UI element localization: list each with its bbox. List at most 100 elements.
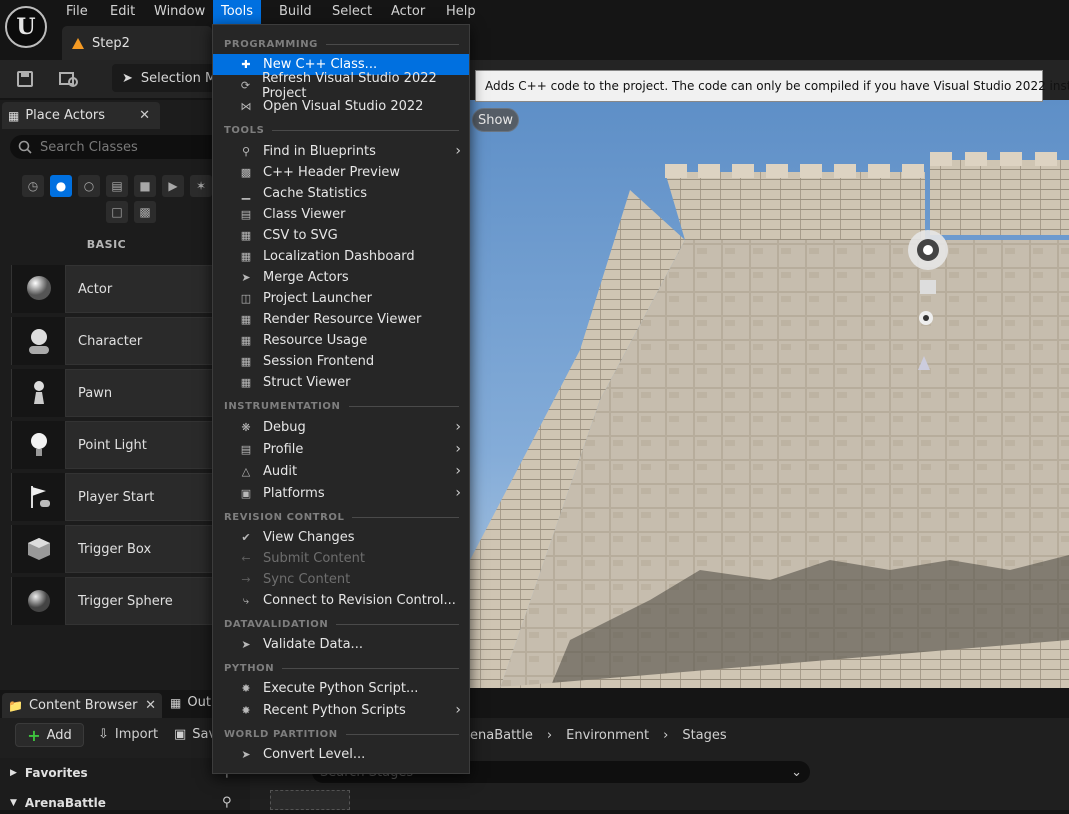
menu-item-project-launcher[interactable]: ◫ Project Launcher xyxy=(213,288,469,309)
menu-build[interactable]: Build xyxy=(271,0,320,24)
menu-tools[interactable]: Tools xyxy=(213,0,262,24)
breadcrumb: enaBattle › Environment › Stages xyxy=(470,724,727,746)
breadcrumb-item[interactable]: Stages xyxy=(682,728,726,743)
content-browser-tab[interactable]: 📁 Content Browser ✕ xyxy=(2,693,162,718)
save-icon[interactable] xyxy=(12,66,38,92)
tree-arenabattle[interactable]: ▼ ArenaBattle xyxy=(10,792,106,814)
check-icon: ✔ xyxy=(241,531,251,544)
level-tab-label: Step2 xyxy=(92,35,130,51)
basic-icon[interactable]: ● xyxy=(50,175,72,197)
category-title: BASIC xyxy=(86,238,127,251)
menu-item-merge-actors[interactable]: ➤ Merge Actors xyxy=(213,267,469,288)
breadcrumb-item[interactable]: Environment xyxy=(566,728,649,743)
sphere-icon xyxy=(12,265,66,313)
menu-item-resource-usage[interactable]: ▦ Resource Usage xyxy=(213,330,469,351)
actor-row-character[interactable]: Character xyxy=(11,317,213,365)
chevron-down-icon[interactable]: ⌄ xyxy=(791,765,802,780)
menu-item-platforms[interactable]: ▣ Platforms › xyxy=(213,483,469,504)
chevron-right-icon: › xyxy=(455,143,461,159)
add-button[interactable]: + Add xyxy=(15,723,84,747)
menu-item-render-resource-viewer[interactable]: ▦ Render Resource Viewer xyxy=(213,309,469,330)
all-classes-icon[interactable]: □ xyxy=(106,201,128,223)
menu-item-open-visual-studio[interactable]: ⋈ Open Visual Studio 2022 xyxy=(213,96,469,117)
section-world-partition: WORLD PARTITION xyxy=(224,727,459,741)
unreal-logo-icon[interactable]: U xyxy=(5,6,47,48)
geometry-icon[interactable]: ▶ xyxy=(162,175,184,197)
recent-icon[interactable]: ◷ xyxy=(22,175,44,197)
box-icon xyxy=(12,525,66,573)
class-viewer-icon: ▤ xyxy=(240,208,252,221)
menu-item-class-viewer[interactable]: ▤ Class Viewer xyxy=(213,204,469,225)
lights-icon[interactable]: ○ xyxy=(78,175,100,197)
menu-item-csv-to-svg[interactable]: ▦ CSV to SVG xyxy=(213,225,469,246)
menu-edit[interactable]: Edit xyxy=(102,0,143,24)
menu-item-execute-python-script[interactable]: ✸ Execute Python Script... xyxy=(213,678,469,699)
menu-item-refresh-vs-project[interactable]: ⟳ Refresh Visual Studio 2022 Project xyxy=(213,71,469,101)
level-viewport[interactable] xyxy=(470,100,1069,688)
menu-select[interactable]: Select xyxy=(324,0,380,24)
close-icon[interactable]: ✕ xyxy=(139,108,150,123)
save-all-button[interactable]: ▣ Sav xyxy=(174,727,216,742)
menu-item-convert-level[interactable]: ➤ Convert Level... xyxy=(213,744,469,765)
localization-icon: ▦ xyxy=(240,250,252,263)
actor-row-trigger-sphere[interactable]: Trigger Sphere xyxy=(11,577,213,625)
tree-favorites[interactable]: ▶ Favorites xyxy=(10,762,88,784)
show-button[interactable]: Show xyxy=(472,108,519,132)
outliner-tab[interactable]: ▦ Out xyxy=(170,695,211,710)
section-programming: PROGRAMMING xyxy=(224,37,459,51)
import-button-label: Import xyxy=(114,727,159,742)
menu-window[interactable]: Window xyxy=(146,0,213,24)
menu-file[interactable]: File xyxy=(58,0,96,24)
shapes-icon[interactable]: ▩ xyxy=(134,201,156,223)
browse-icon[interactable] xyxy=(56,66,82,92)
launcher-icon: ◫ xyxy=(240,292,252,305)
actor-label: Trigger Sphere xyxy=(78,593,173,609)
actor-label: Pawn xyxy=(78,385,113,401)
actor-row-actor[interactable]: Actor xyxy=(11,265,213,313)
menu-item-view-changes[interactable]: ✔ View Changes xyxy=(213,527,469,548)
menu-item-find-in-blueprints[interactable]: ⚲ Find in Blueprints › xyxy=(213,141,469,162)
menu-help[interactable]: Help xyxy=(438,0,484,24)
actor-row-player-start[interactable]: Player Start xyxy=(11,473,213,521)
menu-item-struct-viewer[interactable]: ▦ Struct Viewer xyxy=(213,372,469,393)
menu-item-connect-revision-control[interactable]: ⤷ Connect to Revision Control... xyxy=(213,590,469,611)
asset-thumbnail[interactable] xyxy=(270,790,350,810)
chevron-right-icon: › xyxy=(455,485,461,501)
actor-label: Point Light xyxy=(78,437,147,453)
section-datavalidation: DATAVALIDATION xyxy=(224,617,459,631)
menu-item-cpp-header-preview[interactable]: ▩ C++ Header Preview xyxy=(213,162,469,183)
menu-item-session-frontend[interactable]: ▦ Session Frontend xyxy=(213,351,469,372)
pawn-icon xyxy=(12,369,66,417)
actor-label: Trigger Box xyxy=(78,541,152,557)
search-icon xyxy=(18,140,32,154)
close-icon[interactable]: ✕ xyxy=(145,698,156,713)
selection-mode-label: Selection Mode xyxy=(140,70,222,86)
python-icon: ✸ xyxy=(241,682,251,695)
actor-row-point-light[interactable]: Point Light xyxy=(11,421,213,469)
breadcrumb-item[interactable]: enaBattle xyxy=(470,728,533,743)
actor-row-pawn[interactable]: Pawn xyxy=(11,369,213,417)
search-classes-input[interactable]: Search Classes xyxy=(10,135,213,159)
cinematic-icon[interactable]: ▤ xyxy=(106,175,128,197)
menu-item-validate-data[interactable]: ➤ Validate Data... xyxy=(213,634,469,655)
menu-actor[interactable]: Actor xyxy=(383,0,433,24)
menu-item-debug[interactable]: ❋ Debug › xyxy=(213,417,469,438)
header-icon: ▩ xyxy=(240,166,252,179)
search-icon: ⚲ xyxy=(241,145,251,158)
menu-item-cache-statistics[interactable]: ▁ Cache Statistics xyxy=(213,183,469,204)
volumes-icon[interactable]: ✶ xyxy=(190,175,212,197)
search-icon[interactable]: ⚲ xyxy=(222,795,232,810)
arrow-right-icon: → xyxy=(241,573,251,586)
chevron-right-icon: › xyxy=(455,419,461,435)
menu-item-profile[interactable]: ▤ Profile › xyxy=(213,439,469,460)
outliner-icon: ▦ xyxy=(170,695,182,710)
place-actors-tab[interactable]: ▦ Place Actors ✕ xyxy=(2,102,160,129)
menu-item-audit[interactable]: △ Audit › xyxy=(213,461,469,482)
import-button[interactable]: ⇩ Import xyxy=(98,727,158,742)
visual-effects-icon[interactable]: ■ xyxy=(134,175,156,197)
actor-row-trigger-box[interactable]: Trigger Box xyxy=(11,525,213,573)
menu-item-recent-python-scripts[interactable]: ✸ Recent Python Scripts › xyxy=(213,700,469,721)
level-tab[interactable]: Step2 xyxy=(62,26,212,60)
menu-item-localization-dashboard[interactable]: ▦ Localization Dashboard xyxy=(213,246,469,267)
selection-mode-dropdown[interactable]: ➤ Selection Mode xyxy=(112,64,222,92)
